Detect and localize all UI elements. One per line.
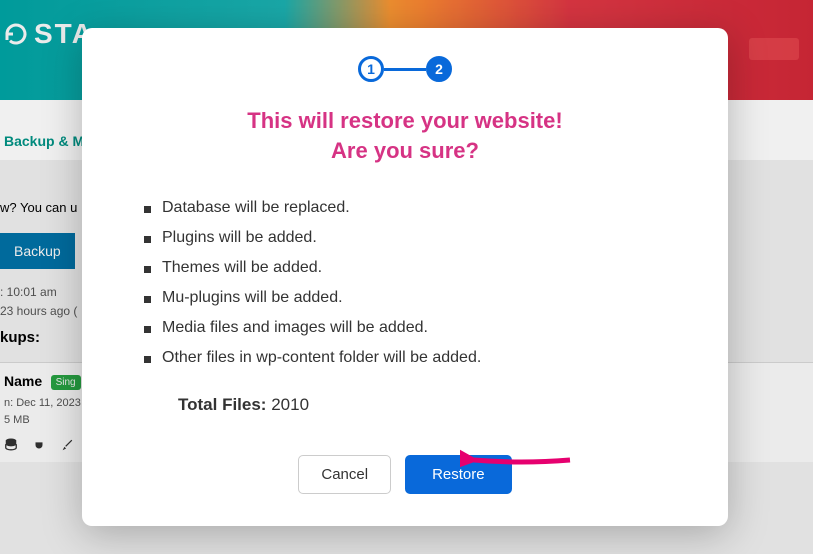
total-files-label: Total Files:	[178, 395, 266, 414]
tab-backup-migration[interactable]: Backup & Mi	[0, 125, 92, 157]
plug-icon[interactable]	[32, 438, 46, 452]
list-item: Themes will be added.	[144, 253, 694, 283]
list-item: Media files and images will be added.	[144, 313, 694, 343]
restore-confirmation-modal: 1 2 This will restore your website! Are …	[82, 28, 728, 526]
step-connector	[384, 68, 426, 71]
modal-title-line1: This will restore your website!	[116, 106, 694, 136]
list-item: Plugins will be added.	[144, 223, 694, 253]
database-icon[interactable]	[4, 438, 18, 452]
step-2: 2	[426, 56, 452, 82]
backup-row-badge: Sing	[51, 375, 81, 390]
list-item: Database will be replaced.	[144, 193, 694, 223]
list-item: Other files in wp-content folder will be…	[144, 343, 694, 373]
backup-row-name: Name	[4, 373, 42, 389]
header-right-button[interactable]	[749, 38, 799, 60]
restore-items-list: Database will be replaced. Plugins will …	[116, 193, 694, 373]
backup-button[interactable]: Backup	[0, 233, 75, 269]
modal-title-line2: Are you sure?	[116, 136, 694, 166]
cancel-button[interactable]: Cancel	[298, 455, 391, 494]
brush-icon[interactable]	[60, 438, 74, 452]
step-indicator: 1 2	[116, 56, 694, 82]
annotation-arrow-icon	[460, 440, 580, 480]
list-item: Mu-plugins will be added.	[144, 283, 694, 313]
modal-button-row: Cancel Restore	[116, 455, 694, 494]
refresh-icon	[4, 22, 28, 46]
modal-title: This will restore your website! Are you …	[116, 106, 694, 165]
total-files-value: 2010	[271, 395, 309, 414]
step-1: 1	[358, 56, 384, 82]
total-files: Total Files: 2010	[116, 395, 694, 415]
